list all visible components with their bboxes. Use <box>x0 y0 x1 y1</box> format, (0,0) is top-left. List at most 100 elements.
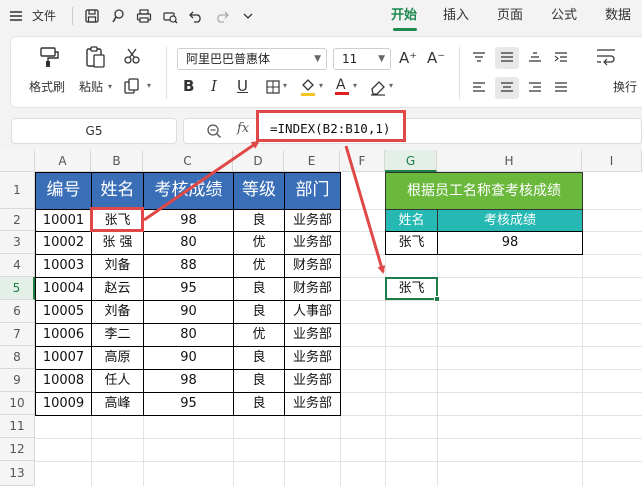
wrap-text-label[interactable]: 换行 <box>613 78 637 95</box>
eraser-dropdown-icon[interactable]: ▾ <box>389 81 393 90</box>
row-header-9[interactable]: 9 <box>0 369 35 392</box>
align-top-icon[interactable] <box>471 51 487 68</box>
tab-insert[interactable]: 插入 <box>443 6 469 26</box>
row-header-12[interactable]: 12 <box>0 438 35 461</box>
border-dropdown-icon[interactable]: ▾ <box>283 81 287 90</box>
table-cell[interactable]: 10002 <box>35 231 92 255</box>
table-cell[interactable]: 财务部 <box>284 254 341 278</box>
align-right-icon[interactable] <box>527 81 543 98</box>
table-header-cell[interactable]: 姓名 <box>91 172 144 210</box>
table-cell[interactable]: 业务部 <box>284 231 341 255</box>
row-header-3[interactable]: 3 <box>0 231 35 254</box>
table-cell[interactable]: 95 <box>143 392 234 416</box>
column-header-c[interactable]: C <box>143 150 233 172</box>
copy-icon[interactable] <box>123 77 141 98</box>
column-header-b[interactable]: B <box>91 150 143 172</box>
selected-cell-g5[interactable]: 张飞 <box>385 277 438 300</box>
font-color-dropdown-icon[interactable]: ▾ <box>353 81 357 90</box>
formula-bar[interactable] <box>183 118 642 144</box>
underline-button[interactable]: U <box>237 77 248 95</box>
table-cell[interactable]: 90 <box>143 300 234 324</box>
table-cell[interactable]: 10004 <box>35 277 92 301</box>
column-header-f[interactable]: F <box>340 150 385 172</box>
table-cell[interactable]: 优 <box>233 323 285 347</box>
table-cell[interactable]: 高原 <box>91 346 144 370</box>
row-header-2[interactable]: 2 <box>0 209 35 231</box>
column-header-h[interactable]: H <box>437 150 582 172</box>
fill-dropdown-icon[interactable]: ▾ <box>319 81 323 90</box>
shrink-font-button[interactable]: A⁻ <box>427 49 445 67</box>
name-box[interactable]: G5 <box>11 118 177 144</box>
table-cell[interactable]: 80 <box>143 323 234 347</box>
row-header-5[interactable]: 5 <box>0 277 35 300</box>
table-cell[interactable]: 刘备 <box>91 254 144 278</box>
table-cell[interactable]: 95 <box>143 277 234 301</box>
table-cell[interactable]: 业务部 <box>284 209 341 233</box>
table-header-cell[interactable]: 考核成绩 <box>143 172 234 210</box>
paste-icon[interactable] <box>83 45 107 72</box>
table-cell[interactable]: 任人 <box>91 369 144 393</box>
row-header-6[interactable]: 6 <box>0 300 35 323</box>
fill-handle[interactable] <box>434 296 440 302</box>
column-header-i[interactable]: I <box>582 150 642 172</box>
select-all-corner[interactable] <box>0 150 35 172</box>
print-icon[interactable] <box>136 8 152 24</box>
table-cell[interactable]: 10003 <box>35 254 92 278</box>
table-cell[interactable]: 10001 <box>35 209 92 233</box>
lookup-name-value[interactable]: 张飞 <box>385 231 438 255</box>
lookup-title[interactable]: 根据员工名称查考核成绩 <box>385 172 583 210</box>
row-header-11[interactable]: 11 <box>0 415 35 438</box>
file-menu[interactable]: 文件 <box>32 7 56 25</box>
row-header-7[interactable]: 7 <box>0 323 35 346</box>
table-cell[interactable]: 业务部 <box>284 323 341 347</box>
column-header-a[interactable]: A <box>35 150 91 172</box>
table-cell[interactable]: 10005 <box>35 300 92 324</box>
indent-icon[interactable] <box>553 51 569 68</box>
paste-dropdown-icon[interactable]: ▾ <box>108 82 112 91</box>
table-cell[interactable]: 良 <box>233 277 285 301</box>
formula-text[interactable]: =INDEX(B2:B10,1) <box>270 119 390 139</box>
table-cell[interactable]: 业务部 <box>284 392 341 416</box>
table-cell[interactable]: 90 <box>143 346 234 370</box>
eraser-icon[interactable] <box>369 78 387 99</box>
table-cell[interactable]: 优 <box>233 254 285 278</box>
undo-icon[interactable] <box>188 8 204 24</box>
column-header-g[interactable]: G <box>385 150 437 172</box>
column-header-d[interactable]: D <box>233 150 284 172</box>
table-cell[interactable]: 10007 <box>35 346 92 370</box>
row-header-8[interactable]: 8 <box>0 346 35 369</box>
table-cell[interactable]: 10008 <box>35 369 92 393</box>
table-cell[interactable]: 刘备 <box>91 300 144 324</box>
format-painter-icon[interactable] <box>110 8 126 24</box>
table-cell[interactable]: 张 强 <box>91 231 144 255</box>
table-cell[interactable]: 良 <box>233 392 285 416</box>
align-middle-button[interactable] <box>495 47 519 69</box>
align-left-icon[interactable] <box>471 81 487 98</box>
grow-font-button[interactable]: A⁺ <box>399 49 417 67</box>
menu-icon[interactable] <box>8 8 24 24</box>
table-header-cell[interactable]: 编号 <box>35 172 92 210</box>
bold-button[interactable]: B <box>183 77 194 95</box>
zoom-icon[interactable] <box>206 123 222 142</box>
print-preview-icon[interactable] <box>162 8 178 24</box>
column-header-e[interactable]: E <box>284 150 340 172</box>
tab-formula[interactable]: 公式 <box>551 6 577 26</box>
format-painter-large-icon[interactable] <box>37 45 61 72</box>
save-icon[interactable] <box>84 8 100 24</box>
font-name-select[interactable]: 阿里巴巴普惠体 ▼ <box>177 48 327 70</box>
table-cell[interactable]: 良 <box>233 369 285 393</box>
table-cell[interactable]: 良 <box>233 346 285 370</box>
table-cell[interactable]: 良 <box>233 209 285 233</box>
align-bottom-icon[interactable] <box>527 51 543 68</box>
cut-icon[interactable] <box>123 47 141 68</box>
italic-button[interactable]: I <box>211 77 217 95</box>
row-header-1[interactable]: 1 <box>0 172 35 209</box>
paste-label[interactable]: 粘贴 <box>79 78 103 95</box>
border-icon[interactable] <box>265 79 281 98</box>
format-painter-label[interactable]: 格式刷 <box>29 78 65 95</box>
table-cell[interactable]: 高峰 <box>91 392 144 416</box>
table-cell[interactable]: 良 <box>233 300 285 324</box>
tab-page[interactable]: 页面 <box>497 6 523 26</box>
copy-dropdown-icon[interactable]: ▾ <box>147 81 151 90</box>
tab-data[interactable]: 数据 <box>605 6 631 26</box>
